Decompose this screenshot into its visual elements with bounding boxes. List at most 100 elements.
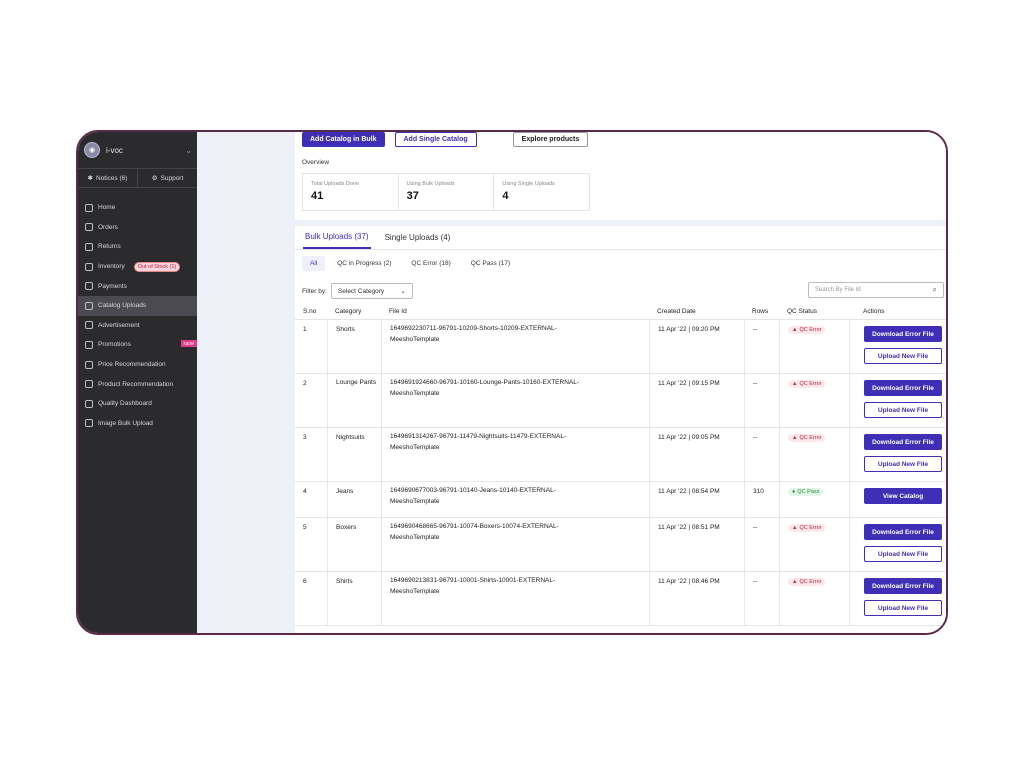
sidebar-item-orders[interactable]: Orders: [78, 218, 197, 238]
tab-bulk-uploads[interactable]: Bulk Uploads (37): [303, 226, 371, 249]
qc-label: QC Error: [799, 525, 822, 531]
chevron-down-icon: ⌄: [185, 145, 192, 155]
support-button[interactable]: ⚙ Support: [137, 169, 197, 187]
row-actions: Download Error File Upload New File: [849, 428, 946, 481]
subtab-all[interactable]: All: [302, 256, 326, 271]
category-select[interactable]: Select Category ⌄: [330, 283, 413, 299]
row-created-date: 11 Apr '22 | 08:54 PM: [649, 482, 744, 517]
subtab-qc-error[interactable]: QC Error (18): [403, 256, 458, 271]
qc-label: QC Pass: [797, 489, 820, 495]
sidebar-item-advertisement[interactable]: Advertisement: [78, 316, 197, 336]
row-rows: --: [744, 320, 779, 373]
row-actions: View Catalog: [849, 482, 946, 517]
qc-label: QC Error: [799, 579, 822, 585]
row-sno: 1: [303, 326, 307, 333]
view-catalog-button[interactable]: View Catalog: [864, 488, 942, 504]
sidebar-item-quality-dashboard[interactable]: Quality Dashboard: [78, 394, 197, 414]
row-file-id: 1649690677003-96791-10140-Jeans-10140-EX…: [381, 482, 649, 517]
add-single-catalog-button[interactable]: Add Single Catalog: [394, 132, 477, 147]
upload-new-file-button[interactable]: Upload New File: [864, 402, 942, 418]
sidebar-item-catalog-uploads[interactable]: Catalog Uploads: [78, 295, 197, 316]
row-created-date: 11 Apr '22 | 09:15 PM: [649, 374, 744, 427]
table-row: 3 Nightsuits 1649691314267-96791-11479-N…: [295, 428, 946, 482]
upload-new-file-button[interactable]: Upload New File: [864, 456, 942, 472]
account-switcher[interactable]: ◉ i-voc ⌄: [84, 138, 192, 162]
explore-products-button[interactable]: Explore products: [512, 132, 589, 147]
support-label: Support: [160, 174, 184, 182]
file-id-line: MeeshoTemplate: [390, 336, 440, 343]
upload-new-file-button[interactable]: Upload New File: [864, 348, 942, 364]
file-id-line: 1649691314267-96791-11479-Nightsuits-114…: [390, 433, 567, 440]
search-input[interactable]: Search By File Id ⌕: [808, 282, 944, 298]
warning-icon: ▲: [792, 327, 798, 333]
product-icon: [85, 380, 93, 389]
header-qc-status: QC Status: [787, 308, 817, 315]
sidebar-item-product-recommendation[interactable]: Product Recommendation: [78, 374, 197, 394]
sidebar-item-label: Advertisement: [98, 321, 140, 329]
upload-new-file-button[interactable]: Upload New File: [864, 546, 942, 562]
download-error-file-button[interactable]: Download Error File: [864, 524, 942, 540]
qc-error-badge: ▲ QC Error: [788, 326, 826, 334]
qc-error-badge: ▲ QC Error: [788, 524, 826, 532]
out-of-stock-badge: Out of Stock (1): [133, 261, 181, 272]
sidebar-item-label: Home: [98, 204, 116, 212]
sidebar-item-inventory[interactable]: Inventory Out of Stock (1): [78, 257, 197, 277]
file-id-line: MeeshoTemplate: [390, 444, 440, 451]
promotions-icon: [85, 340, 93, 349]
sidebar-nav: Home Orders Returns Inventory Out of Stoc…: [78, 198, 197, 433]
overview-title: Overview: [302, 159, 330, 166]
download-error-file-button[interactable]: Download Error File: [864, 434, 942, 450]
upload-new-file-button[interactable]: Upload New File: [864, 600, 942, 616]
notices-label: Notices (6): [96, 174, 128, 182]
row-category: Lounge Pants: [327, 374, 381, 427]
qc-label: QC Error: [799, 327, 822, 333]
sidebar-item-label: Returns: [98, 243, 121, 251]
row-created-date: 11 Apr '22 | 08:46 PM: [649, 572, 744, 625]
row-category: Boxers: [327, 518, 381, 571]
home-icon: [85, 203, 93, 212]
file-id-line: MeeshoTemplate: [390, 498, 440, 505]
sidebar: ◉ i-voc ⌄ ✱ Notices (6) ⚙ Support Home O…: [78, 132, 197, 633]
upload-icon: [85, 301, 93, 310]
filter-row: Filter by: Select Category ⌄ Search By F…: [302, 282, 946, 300]
row-category: Nightsuits: [327, 428, 381, 481]
qc-error-badge: ▲ QC Error: [788, 578, 826, 586]
table-row: 5 Boxers 1649690468665-96791-10074-Boxer…: [295, 518, 946, 572]
sidebar-item-home[interactable]: Home: [78, 198, 197, 218]
megaphone-icon: [85, 321, 93, 330]
qc-pass-badge: ● QC Pass: [788, 488, 824, 496]
notices-button[interactable]: ✱ Notices (6): [78, 169, 137, 187]
qc-error-badge: ▲ QC Error: [788, 434, 826, 442]
sidebar-item-payments[interactable]: Payments: [78, 276, 197, 296]
qc-label: QC Error: [799, 435, 822, 441]
subtab-qc-pass[interactable]: QC Pass (17): [463, 256, 518, 271]
row-file-id: 1649691314267-96791-11479-Nightsuits-114…: [381, 428, 649, 481]
row-sno: 2: [303, 380, 307, 387]
subtab-qc-in-progress[interactable]: QC in Progress (2): [329, 256, 399, 271]
stat-single: Using Single Uploads 4: [493, 174, 589, 210]
file-id-line: 1649690677003-96791-10140-Jeans-10140-EX…: [390, 487, 556, 494]
quality-icon: [85, 399, 93, 408]
download-error-file-button[interactable]: Download Error File: [864, 578, 942, 594]
category-select-value: Select Category: [337, 287, 385, 295]
warning-icon: ▲: [792, 381, 798, 387]
row-file-id: 1649690213831-96791-10001-Shirts-10001-E…: [381, 572, 649, 625]
image-icon: [85, 419, 93, 428]
content-gutter: [197, 132, 295, 633]
sidebar-item-price-recommendation[interactable]: Price Recommendation: [78, 355, 197, 375]
sidebar-item-returns[interactable]: Returns: [78, 237, 197, 257]
main-content: Add Catalog in Bulk Add Single Catalog E…: [295, 132, 946, 633]
sidebar-item-image-bulk-upload[interactable]: Image Bulk Upload: [78, 414, 197, 434]
file-id-line: MeeshoTemplate: [390, 588, 440, 595]
tab-single-uploads[interactable]: Single Uploads (4): [383, 226, 453, 249]
sidebar-item-promotions[interactable]: Promotions NEW: [78, 335, 197, 355]
row-rows: --: [744, 428, 779, 481]
qc-label: QC Error: [799, 381, 822, 387]
warning-icon: ▲: [792, 525, 798, 531]
sidebar-item-label: Product Recommendation: [98, 380, 174, 388]
download-error-file-button[interactable]: Download Error File: [864, 380, 942, 396]
download-error-file-button[interactable]: Download Error File: [864, 326, 942, 342]
add-catalog-bulk-button[interactable]: Add Catalog in Bulk: [302, 132, 385, 147]
avatar: ◉: [84, 142, 100, 158]
overview-stats: Total Uploads Done 41 Using Bulk Uploads…: [302, 173, 590, 211]
